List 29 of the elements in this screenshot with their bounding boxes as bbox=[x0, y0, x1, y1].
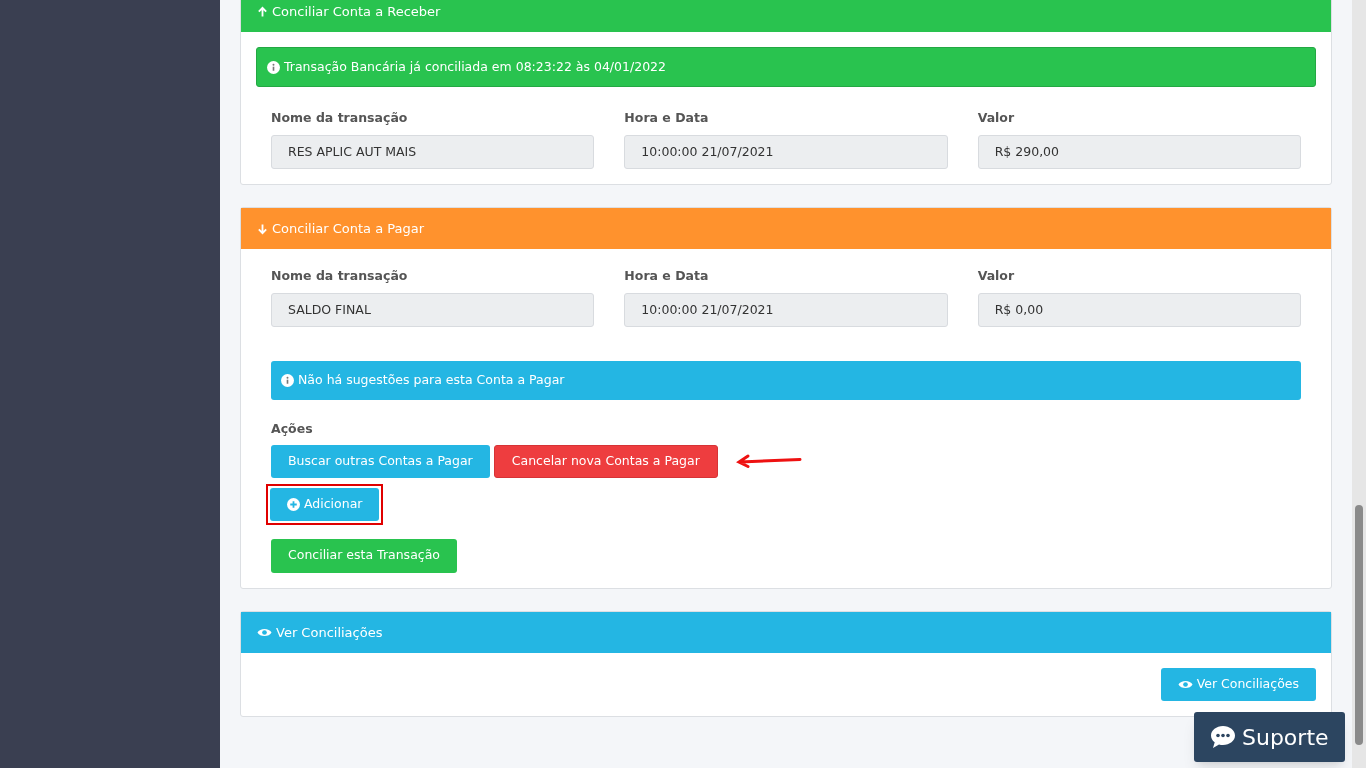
field-label: Hora e Data bbox=[624, 267, 710, 285]
eye-icon bbox=[257, 626, 272, 638]
arrow-down-icon bbox=[257, 222, 268, 235]
actions-label: Ações bbox=[271, 420, 314, 438]
field-label: Hora e Data bbox=[624, 109, 710, 127]
readonly-field[interactable]: 10:00:00 21/07/2021 bbox=[624, 293, 948, 327]
arrow-up-icon bbox=[257, 5, 268, 18]
field-label: Valor bbox=[977, 109, 1016, 127]
alert-text: Não há sugestões para esta Conta a Pagar bbox=[298, 371, 565, 390]
card-title: Conciliar Conta a Receber bbox=[272, 2, 441, 21]
card-title: Ver Conciliações bbox=[276, 623, 383, 642]
plus-circle-icon bbox=[287, 497, 300, 511]
readonly-field[interactable]: 10:00:00 21/07/2021 bbox=[624, 135, 948, 169]
field-label: Nome da transação bbox=[271, 109, 409, 127]
support-button[interactable]: Suporte bbox=[1194, 712, 1345, 762]
info-icon bbox=[267, 60, 280, 74]
readonly-field[interactable]: R$ 290,00 bbox=[977, 135, 1301, 169]
annotation-arrow bbox=[735, 454, 802, 469]
field-label: Nome da transação bbox=[271, 267, 409, 285]
info-icon bbox=[281, 374, 294, 387]
chat-icon bbox=[1210, 725, 1236, 749]
field-label: Valor bbox=[977, 267, 1016, 285]
readonly-field[interactable]: R$ 0,00 bbox=[977, 293, 1301, 327]
card-title: Conciliar Conta a Pagar bbox=[272, 219, 425, 238]
readonly-field[interactable]: RES APLIC AUT MAIS bbox=[271, 135, 595, 169]
eye-icon bbox=[1177, 678, 1193, 690]
action-button[interactable]: Cancelar nova Contas a Pagar bbox=[493, 444, 718, 478]
alert-text: Transação Bancária já conciliada em 08:23:22 às 04/01/2022 bbox=[284, 57, 666, 76]
readonly-field[interactable]: SALDO FINAL bbox=[271, 293, 595, 327]
